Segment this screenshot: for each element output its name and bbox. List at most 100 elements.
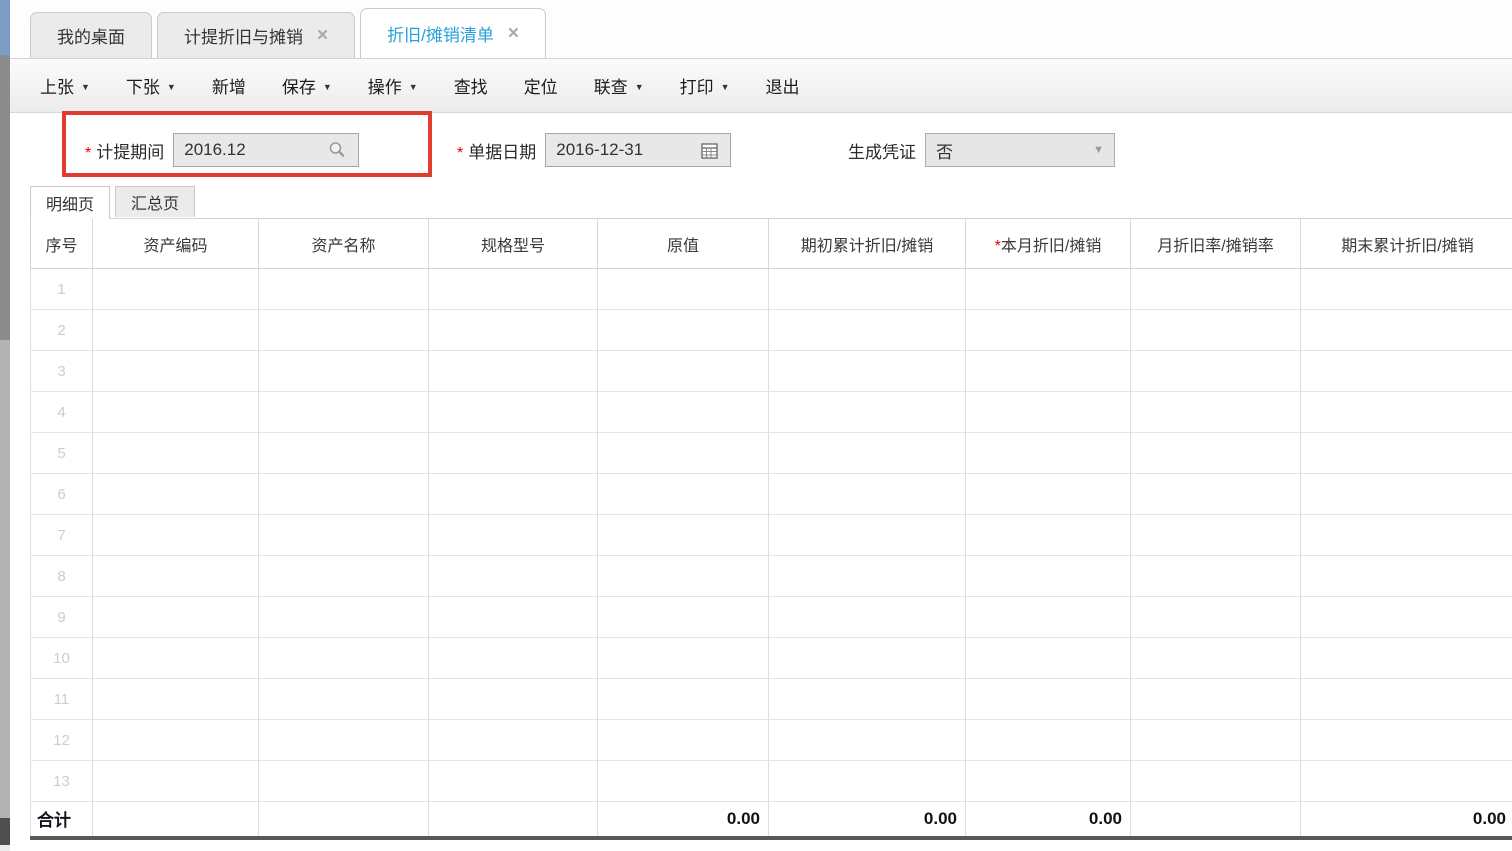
- tab-3[interactable]: 折旧/摊销清单×: [360, 8, 546, 58]
- column-header[interactable]: 序号: [31, 219, 93, 269]
- empty-cell[interactable]: [1301, 310, 1512, 351]
- empty-cell[interactable]: [1131, 269, 1301, 310]
- toolbar-button-下张[interactable]: 下张▼: [126, 73, 176, 98]
- empty-cell[interactable]: [93, 556, 259, 597]
- empty-cell[interactable]: [93, 351, 259, 392]
- row-number-cell[interactable]: 12: [31, 720, 93, 761]
- toolbar-button-上张[interactable]: 上张▼: [40, 73, 90, 98]
- empty-cell[interactable]: [966, 679, 1131, 720]
- empty-cell[interactable]: [769, 269, 966, 310]
- empty-cell[interactable]: [259, 474, 429, 515]
- row-number-cell[interactable]: 8: [31, 556, 93, 597]
- empty-cell[interactable]: [93, 310, 259, 351]
- close-icon[interactable]: ×: [508, 24, 519, 43]
- empty-cell[interactable]: [259, 433, 429, 474]
- toolbar-button-新增[interactable]: 新增: [212, 73, 246, 98]
- empty-cell[interactable]: [598, 310, 769, 351]
- empty-cell[interactable]: [93, 269, 259, 310]
- empty-cell[interactable]: [259, 638, 429, 679]
- empty-cell[interactable]: [769, 515, 966, 556]
- empty-cell[interactable]: [598, 351, 769, 392]
- empty-cell[interactable]: [259, 269, 429, 310]
- column-header[interactable]: 期初累计折旧/摊销: [769, 219, 966, 269]
- tab-1[interactable]: 我的桌面: [30, 12, 152, 58]
- empty-cell[interactable]: [1301, 351, 1512, 392]
- row-number-cell[interactable]: 9: [31, 597, 93, 638]
- empty-cell[interactable]: [93, 679, 259, 720]
- empty-cell[interactable]: [259, 556, 429, 597]
- empty-cell[interactable]: [598, 679, 769, 720]
- empty-cell[interactable]: [1131, 720, 1301, 761]
- empty-cell[interactable]: [769, 597, 966, 638]
- empty-cell[interactable]: [966, 761, 1131, 802]
- empty-cell[interactable]: [966, 392, 1131, 433]
- empty-cell[interactable]: [93, 474, 259, 515]
- empty-cell[interactable]: [93, 515, 259, 556]
- toolbar-button-定位[interactable]: 定位: [524, 73, 558, 98]
- empty-cell[interactable]: [429, 597, 598, 638]
- empty-cell[interactable]: [1301, 474, 1512, 515]
- empty-cell[interactable]: [259, 720, 429, 761]
- empty-cell[interactable]: [769, 638, 966, 679]
- empty-cell[interactable]: [598, 392, 769, 433]
- calendar-icon[interactable]: [698, 142, 720, 159]
- empty-cell[interactable]: [259, 597, 429, 638]
- empty-cell[interactable]: [1131, 679, 1301, 720]
- subtab-明细页[interactable]: 明细页: [30, 186, 110, 219]
- row-number-cell[interactable]: 3: [31, 351, 93, 392]
- search-icon[interactable]: [326, 141, 348, 159]
- empty-cell[interactable]: [1131, 433, 1301, 474]
- empty-cell[interactable]: [966, 515, 1131, 556]
- docdate-input[interactable]: 2016-12-31: [545, 133, 731, 167]
- empty-cell[interactable]: [966, 310, 1131, 351]
- empty-cell[interactable]: [93, 720, 259, 761]
- column-header[interactable]: 月折旧率/摊销率: [1131, 219, 1301, 269]
- empty-cell[interactable]: [93, 638, 259, 679]
- toolbar-button-操作[interactable]: 操作▼: [368, 73, 418, 98]
- empty-cell[interactable]: [598, 515, 769, 556]
- empty-cell[interactable]: [429, 392, 598, 433]
- row-number-cell[interactable]: 6: [31, 474, 93, 515]
- empty-cell[interactable]: [966, 433, 1131, 474]
- row-number-cell[interactable]: 11: [31, 679, 93, 720]
- empty-cell[interactable]: [429, 433, 598, 474]
- empty-cell[interactable]: [429, 310, 598, 351]
- row-number-cell[interactable]: 7: [31, 515, 93, 556]
- empty-cell[interactable]: [769, 351, 966, 392]
- empty-cell[interactable]: [259, 679, 429, 720]
- empty-cell[interactable]: [429, 269, 598, 310]
- empty-cell[interactable]: [966, 597, 1131, 638]
- empty-cell[interactable]: [598, 720, 769, 761]
- empty-cell[interactable]: [429, 679, 598, 720]
- empty-cell[interactable]: [1131, 515, 1301, 556]
- empty-cell[interactable]: [1131, 638, 1301, 679]
- empty-cell[interactable]: [429, 556, 598, 597]
- empty-cell[interactable]: [1131, 351, 1301, 392]
- column-header[interactable]: 资产名称: [259, 219, 429, 269]
- empty-cell[interactable]: [769, 679, 966, 720]
- toolbar-button-打印[interactable]: 打印▼: [680, 73, 730, 98]
- empty-cell[interactable]: [966, 474, 1131, 515]
- row-number-cell[interactable]: 2: [31, 310, 93, 351]
- empty-cell[interactable]: [93, 433, 259, 474]
- empty-cell[interactable]: [598, 556, 769, 597]
- empty-cell[interactable]: [598, 597, 769, 638]
- empty-cell[interactable]: [966, 638, 1131, 679]
- voucher-select[interactable]: 否 ▼: [925, 133, 1115, 167]
- row-number-cell[interactable]: 5: [31, 433, 93, 474]
- empty-cell[interactable]: [769, 474, 966, 515]
- toolbar-button-联查[interactable]: 联查▼: [594, 73, 644, 98]
- empty-cell[interactable]: [429, 720, 598, 761]
- empty-cell[interactable]: [769, 310, 966, 351]
- period-input[interactable]: 2016.12: [173, 133, 359, 167]
- empty-cell[interactable]: [1301, 556, 1512, 597]
- empty-cell[interactable]: [1301, 433, 1512, 474]
- empty-cell[interactable]: [259, 351, 429, 392]
- empty-cell[interactable]: [966, 269, 1131, 310]
- empty-cell[interactable]: [259, 310, 429, 351]
- empty-cell[interactable]: [1131, 392, 1301, 433]
- column-header[interactable]: 资产编码: [93, 219, 259, 269]
- row-number-cell[interactable]: 1: [31, 269, 93, 310]
- empty-cell[interactable]: [1301, 269, 1512, 310]
- empty-cell[interactable]: [769, 720, 966, 761]
